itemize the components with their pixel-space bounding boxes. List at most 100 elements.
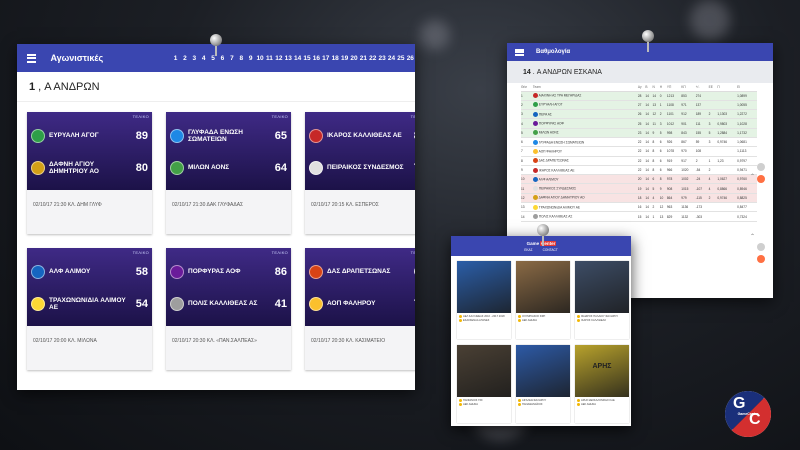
chevron-up-icon[interactable]: ⌃ <box>750 173 755 180</box>
round-link[interactable]: 15 <box>302 55 311 62</box>
standings-row[interactable]: 5 ΜΙΛΩΝ ΑΟΝΣ 23 14 9 5 998 843 155 5 1,2884 1,1732 <box>521 128 757 139</box>
menu-icon[interactable] <box>515 48 524 56</box>
round-link[interactable]: 22 <box>368 55 377 62</box>
stat-cell: -24 <box>695 174 709 185</box>
chevron-up-icon[interactable]: ⌃ <box>750 233 755 240</box>
collapse-button[interactable] <box>757 163 765 171</box>
standings-row[interactable]: 6 ΓΛΥΦΑΔΑ ΕΝΩΣΗ ΣΩΜΑΤΕΙΩΝ 22 14 8 6 926 867 59 3… <box>521 137 757 148</box>
home-team: ΕΥΡΥΑΛΗ ΑΓΟΓ 89 <box>27 120 152 152</box>
column-header[interactable]: ΥΠ <box>666 83 682 92</box>
gallery-card[interactable]: ΟΛΥΜΠΙΑΚΟΣ ΣΦΠ ΑΕΚ ΑΘΗΝΑ <box>516 261 570 339</box>
column-header[interactable]: ΚΠ <box>681 83 696 92</box>
stat-cell: 2 <box>652 202 660 213</box>
gallery-card[interactable]: ΦΑΙΔΡΟΣ ΠΑΛΑΙΟΥ ΦΑΛΗΡΟΥ ΙΚΑΡΟΣ ΚΑΛΛΙΘΕΑΣ <box>575 261 629 339</box>
menu-icon[interactable] <box>27 53 37 63</box>
stat-cell: 963 <box>666 202 682 213</box>
gallery-menu-item[interactable]: CONTACT <box>543 248 558 252</box>
match-status: ΤΕΛΙΚΟ <box>132 114 149 119</box>
gallery-card[interactable]: ΑΙΓΑΛΕΩ ΦΑΛΗΡΟΥ ΠΑΝΑΘΗΝΑΪΚΟΣ <box>516 345 570 423</box>
stat-cell: 1 <box>521 91 533 101</box>
round-link[interactable]: 21 <box>359 55 368 62</box>
standings-row[interactable]: 7 ΑΟΠ ΦΑΛΗΡΟΥ 22 14 8 6 1078 970 108 1,1113 <box>521 146 757 157</box>
round-link[interactable]: 14 <box>293 55 302 62</box>
match-status: ΤΕΛΙΚΟ <box>271 250 288 255</box>
column-header[interactable]: Team <box>532 83 638 92</box>
standings-row[interactable]: 3 ΠΕΡΑ ΑΣ 26 14 12 2 1101 912 189 2 1,1303 1,2272 <box>521 109 757 120</box>
round-link[interactable]: 24 <box>387 55 396 62</box>
round-link[interactable]: 12 <box>274 55 283 62</box>
standings-row[interactable]: 2 ΕΥΡΥΑΛΗ ΑΓΟΓ 27 14 13 1 1108 971 137 1,0055 <box>521 100 757 111</box>
match-card[interactable]: ΤΕΛΙΚΟ ΔΑΣ ΔΡΑΠΕΤΣΩΝΑΣ 67 ΑΟΠ ΦΑΛΗΡΟΥ 73 02/1… <box>305 248 415 370</box>
match-card[interactable]: ΤΕΛΙΚΟ ΑΛΦ ΑΛΙΜΟΥ 58 ΤΡΑΧΩΝΩΝ/ΔΙΑ ΑΛΙΜΟΥ ΑΕ… <box>27 248 152 370</box>
stat-cell: 18 <box>637 193 646 204</box>
team-cell: ΑΛΦ ΑΛΙΜΟΥ <box>532 174 638 185</box>
expand-button[interactable] <box>757 255 765 263</box>
round-link[interactable]: 7 <box>227 55 236 62</box>
collapse-button[interactable] <box>757 243 765 251</box>
match-info: 02/10/17 21:30 ΔΑΚ ΓΛΥΦΑΔΑΣ <box>172 202 244 208</box>
column-header[interactable]: Αγ <box>637 83 646 92</box>
match-info: 02/10/17 20:15 ΚΛ. ΕΣΠΕΡΟΣ <box>311 202 379 208</box>
round-link[interactable]: 26 <box>406 55 415 62</box>
stat-cell: 189 <box>695 109 709 120</box>
column-header[interactable]: Θέσ <box>521 83 533 92</box>
round-link[interactable]: 16 <box>312 55 321 62</box>
round-link[interactable]: 17 <box>321 55 330 62</box>
stat-cell: 8 <box>652 137 660 148</box>
stat-cell: 14 <box>645 146 653 157</box>
gallery-panel: Game Center ΕΚΑΣ CONTACT ΑΕΛ ΚΑΛΛΙΘΕΑΣ 201… <box>451 236 631 426</box>
standings-row[interactable]: 14 ΠΟΛΙΣ ΚΑΛΛΙΘΕΑΣ ΑΣ 15 14 1 13 829 1132 -303 0… <box>521 211 757 222</box>
round-link[interactable]: 9 <box>246 55 255 62</box>
stat-cell: 22 <box>637 137 646 148</box>
round-link[interactable]: 3 <box>190 55 199 62</box>
caption-line: ΑΕΚ ΑΘΗΝΑ <box>463 403 478 407</box>
stat-cell: 4 <box>652 193 660 204</box>
match-card[interactable]: ΤΕΛΙΚΟ ΕΥΡΥΑΛΗ ΑΓΟΓ 89 ΔΑΦΝΗ ΑΓΙΟΥ ΔΗΜΗΤΡΙΟ… <box>27 112 152 234</box>
gallery-card[interactable]: ΑΡΗΣ ΑΡΗΣ ΘΕΣΣΑΛΟΝΙΚΗΣ ΚΑΕ ΑΕΚ ΑΘΗΝΑ <box>575 345 629 423</box>
round-link[interactable]: 4 <box>199 55 208 62</box>
standings-row[interactable]: 11 ΠΕΙΡΑΙΚΟΣ ΣΥΝΔΕΣΜΟΣ 19 14 5 9 908 1015 -107 4… <box>521 183 757 194</box>
team-name: ΠΟΡΦΥΡΑΣ ΑΟΦ <box>538 121 565 126</box>
gallery-menu-item[interactable]: ΕΚΑΣ <box>524 248 532 252</box>
standings-row[interactable]: 10 ΑΛΦ ΑΛΙΜΟΥ 20 14 6 8 978 1002 -24 4 1,0627 0,97… <box>521 174 757 185</box>
stat-cell: -173 <box>695 202 709 213</box>
column-header[interactable]: ΕΕ <box>708 83 718 92</box>
round-link[interactable]: 18 <box>330 55 339 62</box>
standings-row[interactable]: 13 ΤΡΑΧΩΝΩΝ/ΔΙΑ ΑΛΙΜΟΥ ΑΕ 16 14 2 12 963 1136-… <box>521 202 757 213</box>
team-photo: ΑΡΗΣ <box>575 345 629 397</box>
round-link[interactable]: 8 <box>237 55 246 62</box>
column-header[interactable]: Η <box>659 83 667 92</box>
column-header[interactable]: Ν <box>652 83 660 92</box>
round-link[interactable]: 19 <box>340 55 349 62</box>
match-card[interactable]: ΤΕΛΙΚΟ ΓΛΥΦΑΔΑ ΕΝΩΣΗ ΣΩΜΑΤΕΙΩΝ 65 ΜΙΛΩΝ ΑΟΝ… <box>166 112 291 234</box>
stat-cell: 1,0899 <box>737 91 757 101</box>
round-link[interactable]: 13 <box>284 55 293 62</box>
standings-row[interactable]: 8 ΔΑΣ ΔΡΑΠΕΤΣΩΝΑΣ 22 14 8 6 919 917 2 1 1,23 0,979… <box>521 156 757 166</box>
column-header[interactable]: Β <box>645 83 653 92</box>
round-link[interactable]: 10 <box>255 55 264 62</box>
round-link[interactable]: 2 <box>180 55 189 62</box>
round-link[interactable]: 20 <box>349 55 358 62</box>
match-card[interactable]: ΤΕΛΙΚΟ ΙΚΑΡΟΣ ΚΑΛΛΙΘΕΑΣ ΑΕ 82 ΠΕΙΡΑΙΚΟΣ ΣΥΝ… <box>305 112 415 234</box>
standings-row[interactable]: 12 ΔΑΦΝΗ ΑΓΙΟΥ ΔΗΜΗΤΡΙΟΥ ΑΟ 18 14 4 10 864 979… <box>521 193 757 204</box>
round-link[interactable]: 11 <box>265 55 274 62</box>
column-header[interactable]: ΕΙ <box>737 83 757 92</box>
round-link[interactable]: 1 <box>171 55 180 62</box>
gallery-card[interactable]: ΑΕΛ ΚΑΛΛΙΘΕΑΣ 2016 - 2017 2018 ΕΚΑΣΚΕΝΑΑ … <box>457 261 511 339</box>
expand-button[interactable] <box>757 175 765 183</box>
stat-cell: 1108 <box>666 100 682 111</box>
round-link[interactable]: 23 <box>377 55 386 62</box>
gallery-card[interactable]: ΠΑΝΙΩΝΙΟΣ ΓΣΣ ΑΕΚ ΑΘΗΝΑ <box>457 345 511 423</box>
match-card[interactable]: ΤΕΛΙΚΟ ΠΟΡΦΥΡΑΣ ΑΟΦ 86 ΠΟΛΙΣ ΚΑΛΛΙΘΕΑΣ ΑΣ 41… <box>166 248 291 370</box>
standings-row[interactable]: 9 ΙΚΑΡΟΣ ΚΑΛΛΙΘΕΑΣ ΑΕ 22 14 8 6 966 1020 -54 2 0,… <box>521 165 757 176</box>
column-header[interactable]: Π <box>717 83 738 92</box>
standings-row[interactable]: 4 ΠΟΡΦΥΡΑΣ ΑΟΦ 25 14 11 3 1012 901 111 3 0,9803 1,… <box>521 118 757 129</box>
team-logo-icon <box>309 297 323 311</box>
round-link[interactable]: 25 <box>396 55 405 62</box>
column-header[interactable]: +/- <box>695 83 709 92</box>
stat-cell: 1,1028 <box>737 118 757 129</box>
fixtures-title: Αγωνιστικές <box>50 53 104 63</box>
standings-row[interactable]: 1 ΑΙΑΧΙΝΗ ΑΣ ΤΡΑ ΜΕΓΑΡΙΔΑΣ 28 14 14 0 1213 853… <box>521 91 757 101</box>
stat-cell: 9 <box>521 165 533 176</box>
background-light <box>690 0 730 40</box>
